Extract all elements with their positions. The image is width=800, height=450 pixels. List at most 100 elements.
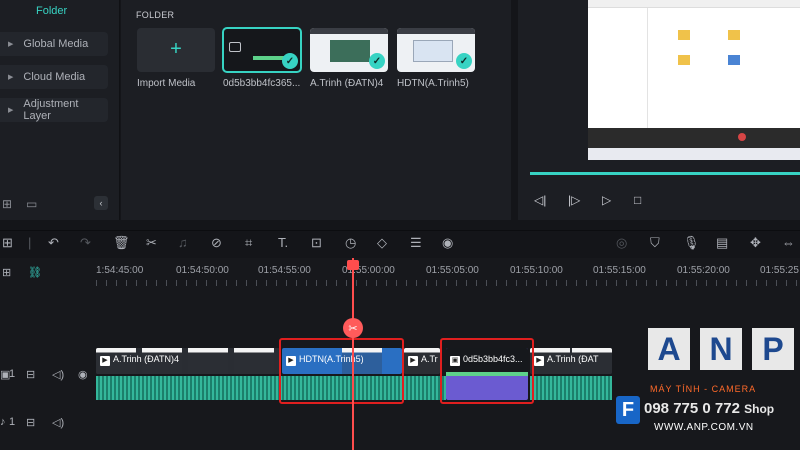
speed-timer-icon[interactable]: ◷: [345, 235, 356, 251]
speaker-icon[interactable]: ◁): [52, 416, 64, 429]
render-icon[interactable]: ◎: [616, 235, 627, 251]
play-tag-icon: ▶: [408, 356, 418, 366]
track-number: 1: [9, 368, 16, 380]
play-icon[interactable]: ▷: [602, 193, 611, 207]
folder-icon[interactable]: ▭: [26, 197, 37, 211]
undo-icon[interactable]: ↶: [48, 235, 59, 251]
ruler-time-label: 01:54:55:00: [258, 265, 311, 276]
media-thumb-atrinh-datn4[interactable]: ✓: [310, 28, 388, 72]
media-item-label: A.Trinh (ĐATN)4: [310, 78, 384, 89]
clip-frame: [188, 348, 228, 374]
tag-icon[interactable]: ⊘: [211, 235, 222, 251]
split-scissors-icon[interactable]: ✂: [343, 318, 363, 338]
audio-wave-icon[interactable]: ◉: [442, 235, 453, 251]
check-icon: ✓: [456, 53, 472, 69]
text-icon[interactable]: T.: [278, 235, 288, 250]
snap-icon[interactable]: ✥: [750, 235, 761, 251]
sidebar-item-global-media[interactable]: ▶ Global Media: [0, 32, 108, 56]
sidebar-item-cloud-media[interactable]: ▶ Cloud Media: [0, 65, 108, 89]
ruler-ticks: [96, 280, 800, 286]
chevron-right-icon: ▶: [8, 107, 14, 114]
import-media-button[interactable]: +: [137, 28, 215, 72]
play-tag-icon: ▶: [534, 356, 544, 366]
watermark-phone-number: 098 775 0 772: [644, 400, 740, 417]
step-forward-icon[interactable]: |▷: [568, 193, 580, 207]
sidebar-item-label: Global Media: [23, 38, 89, 50]
sidebar-title-folder[interactable]: Folder: [36, 5, 67, 17]
folder-icon: [728, 30, 740, 40]
sidebar-item-label: Adjustment Layer: [23, 98, 79, 122]
grid-icon[interactable]: ⊞: [2, 235, 13, 251]
video-editor-window: Folder ▶ Global Media ▶ Cloud Media ▶ Ad…: [0, 0, 800, 450]
timeline-clip[interactable]: ▶ A.Tr: [404, 348, 440, 374]
media-thumb-0d5b3bb4[interactable]: ✓: [222, 27, 302, 73]
eye-icon[interactable]: ◉: [78, 368, 88, 381]
windows-taskbar: [588, 148, 800, 160]
folder-icon: [678, 55, 690, 65]
timeline-clip[interactable]: ▶ A.Trinh (ĐATN)4: [96, 348, 280, 374]
speaker-icon[interactable]: ◁): [52, 368, 64, 381]
media-library-panel: FOLDER + Import Media ✓ 0d5b3bb4fc365...…: [121, 0, 511, 220]
anp-watermark: A N P MÁY TÍNH - CAMERA F 098 775 0 772 …: [616, 328, 800, 436]
watermark-shop: Shop: [744, 402, 775, 416]
crop-icon[interactable]: ⌗: [245, 235, 252, 251]
thumb-preview-window: [413, 40, 453, 62]
media-item-label: HDTN(A.Trinh5): [397, 78, 469, 89]
title-template-icon[interactable]: ⊡: [311, 235, 322, 251]
new-folder-icon[interactable]: ⊞: [2, 197, 12, 211]
sidebar-item-adjustment-layer[interactable]: ▶ Adjustment Layer: [0, 98, 108, 122]
microphone-icon[interactable]: 🎙: [683, 235, 700, 251]
media-thumb-hdtn-atrinh5[interactable]: ✓: [397, 28, 475, 72]
thumb-preview-bar: [310, 28, 388, 34]
watermark-letter: A: [648, 328, 690, 370]
playback-progress-bar[interactable]: [530, 172, 800, 175]
preview-panel: ◁| |▷ ▷ □: [518, 0, 800, 220]
watermark-letter: P: [752, 328, 794, 370]
timeline-clip[interactable]: ▶ A.Trinh (ĐAT: [530, 348, 612, 374]
marker-icon[interactable]: ⛉: [650, 235, 660, 251]
audio-icon[interactable]: ♫: [178, 235, 188, 250]
clip-label-text: A.Trinh (ĐAT: [547, 354, 599, 364]
sidebar-item-label: Cloud Media: [23, 71, 86, 83]
ruler-time-label: 01:55:05:00: [426, 265, 479, 276]
clip-frame: [234, 348, 274, 374]
playhead[interactable]: [352, 258, 354, 450]
chevron-right-icon: ▶: [8, 41, 14, 48]
play-tag-icon: ▶: [100, 356, 110, 366]
image-icon: [229, 42, 241, 52]
thumb-preview-window: [330, 40, 370, 62]
highlight-box: [279, 338, 404, 404]
preview-dark-strip: [588, 128, 800, 148]
watermark-phone: 098 775 0 772 Shop: [644, 400, 774, 417]
plus-icon: +: [170, 38, 182, 60]
check-icon: ✓: [369, 53, 385, 69]
fit-timeline-icon[interactable]: ⇔: [782, 235, 795, 250]
clip-label-text: A.Trinh (ĐATN)4: [113, 354, 180, 364]
record-indicator: [738, 133, 746, 141]
divider: |: [28, 235, 32, 250]
ruler-time-label: 01:55:20:00: [677, 265, 730, 276]
audio-waveform[interactable]: [530, 376, 612, 400]
track-number: 1: [9, 416, 16, 428]
voiceover-list-icon[interactable]: ▤: [716, 235, 728, 251]
playhead-handle[interactable]: [347, 260, 359, 270]
adjust-sliders-icon[interactable]: ☰: [410, 235, 422, 251]
delete-icon[interactable]: 🗑: [113, 235, 130, 251]
collapse-sidebar-button[interactable]: ‹: [94, 196, 108, 210]
color-icon[interactable]: ◇: [377, 235, 387, 251]
clip-label: ▶ A.Trinh (ĐATN)4: [100, 354, 179, 366]
lock-icon[interactable]: ⊟: [26, 416, 35, 429]
import-media-label: Import Media: [137, 78, 196, 89]
media-sidebar: Folder ▶ Global Media ▶ Cloud Media ▶ Ad…: [0, 0, 120, 220]
ruler-time-label: 01:55:15:00: [593, 265, 646, 276]
stop-icon[interactable]: □: [634, 193, 641, 207]
link-icon[interactable]: ⛓: [28, 266, 42, 279]
fpt-logo: F: [616, 396, 640, 424]
add-track-icon[interactable]: ⊞: [2, 266, 11, 279]
lock-icon[interactable]: ⊟: [26, 368, 35, 381]
redo-icon[interactable]: ↷: [80, 235, 91, 251]
check-icon: ✓: [282, 53, 298, 69]
preview-screen: [588, 0, 800, 160]
scissors-icon[interactable]: ✂: [146, 235, 157, 251]
step-back-icon[interactable]: ◁|: [534, 193, 546, 207]
